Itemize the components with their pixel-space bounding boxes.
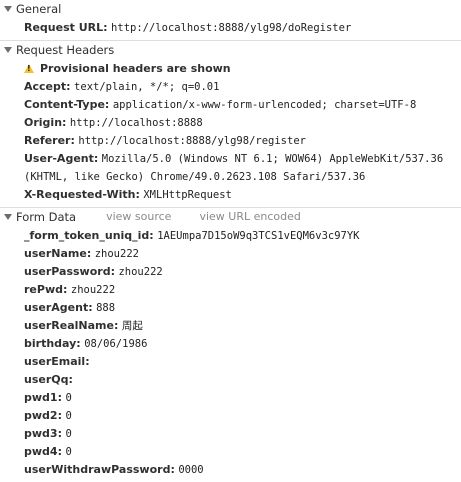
form-key: _form_token_uniq_id: bbox=[24, 229, 154, 242]
form-value: 888 bbox=[96, 302, 116, 314]
warning-icon bbox=[24, 64, 34, 73]
form-row: birthday: 08/06/1986 bbox=[0, 335, 461, 353]
form-row: pwd2: 0 bbox=[0, 407, 461, 425]
header-row-referer: Referer: http://localhost:8888/ylg98/reg… bbox=[0, 132, 461, 150]
form-row: pwd3: 0 bbox=[0, 425, 461, 443]
header-row-x-requested-with: X-Requested-With: XMLHttpRequest bbox=[0, 186, 461, 204]
general-section: General Request URL: http://localhost:88… bbox=[0, 0, 461, 41]
form-value: 08/06/1986 bbox=[84, 338, 148, 350]
form-row: rePwd: zhou222 bbox=[0, 281, 461, 299]
form-value: zhou222 bbox=[70, 284, 116, 296]
header-key: Accept: bbox=[24, 80, 71, 93]
form-row: userEmail: bbox=[0, 353, 461, 371]
header-key: X-Requested-With: bbox=[24, 188, 140, 201]
header-key: Origin: bbox=[24, 116, 67, 129]
form-value: 0 bbox=[65, 428, 72, 440]
expand-triangle-icon[interactable] bbox=[4, 5, 12, 12]
form-key: userEmail: bbox=[24, 355, 90, 368]
header-row-content-type: Content-Type: application/x-www-form-url… bbox=[0, 96, 461, 114]
form-data-title: Form Data bbox=[16, 209, 77, 224]
form-key: birthday: bbox=[24, 337, 81, 350]
form-row: userRealName: 周起 bbox=[0, 317, 461, 335]
form-value: zhou222 bbox=[118, 266, 163, 278]
header-row-accept: Accept: text/plain, */*; q=0.01 bbox=[0, 78, 461, 96]
form-value: 0 bbox=[65, 392, 72, 404]
expand-triangle-icon[interactable] bbox=[4, 46, 12, 53]
header-value: text/plain, */*; q=0.01 bbox=[74, 81, 220, 93]
form-key: userWithdrawPassword: bbox=[24, 463, 175, 476]
header-row-origin: Origin: http://localhost:8888 bbox=[0, 114, 461, 132]
header-value: application/x-www-form-urlencoded; chars… bbox=[112, 99, 417, 111]
form-key: pwd2: bbox=[24, 409, 62, 422]
form-data-header[interactable]: Form Data view source view URL encoded bbox=[0, 208, 461, 225]
warning-text: Provisional headers are shown bbox=[40, 62, 231, 75]
form-key: rePwd: bbox=[24, 283, 68, 296]
form-row: userQq: bbox=[0, 371, 461, 389]
form-key: userAgent: bbox=[24, 301, 93, 314]
form-key: userQq: bbox=[24, 373, 73, 386]
header-key: User-Agent: bbox=[24, 152, 99, 165]
view-url-encoded-link[interactable]: view URL encoded bbox=[199, 210, 300, 223]
expand-triangle-icon[interactable] bbox=[4, 213, 12, 220]
form-row: userPassword: zhou222 bbox=[0, 263, 461, 281]
form-key: userPassword: bbox=[24, 265, 115, 278]
general-title: General bbox=[16, 1, 62, 16]
form-row: userWithdrawPassword: 0000 bbox=[0, 461, 461, 479]
form-key: pwd4: bbox=[24, 445, 62, 458]
header-row-user-agent: User-Agent: Mozilla/5.0 (Windows NT 6.1;… bbox=[0, 150, 461, 186]
form-key: pwd3: bbox=[24, 427, 62, 440]
form-key: userRealName: bbox=[24, 319, 119, 332]
header-key: Content-Type: bbox=[24, 98, 110, 111]
form-data-section: Form Data view source view URL encoded _… bbox=[0, 208, 461, 482]
request-headers-header[interactable]: Request Headers bbox=[0, 41, 461, 58]
header-value: http://localhost:8888/ylg98/doRegister bbox=[111, 22, 352, 34]
form-row: pwd4: 0 bbox=[0, 443, 461, 461]
header-row-request-url: Request URL: http://localhost:8888/ylg98… bbox=[0, 19, 461, 37]
form-row: userAgent: 888 bbox=[0, 299, 461, 317]
form-key: userName: bbox=[24, 247, 92, 260]
form-value: 0 bbox=[65, 410, 72, 422]
form-value: zhou222 bbox=[94, 248, 139, 260]
general-header[interactable]: General bbox=[0, 0, 461, 17]
view-source-link[interactable]: view source bbox=[106, 210, 171, 223]
form-key: pwd1: bbox=[24, 391, 62, 404]
header-key: Request URL: bbox=[24, 21, 108, 34]
header-value: http://localhost:8888/ylg98/register bbox=[78, 135, 306, 147]
form-row: pwd1: 0 bbox=[0, 389, 461, 407]
request-headers-title: Request Headers bbox=[16, 42, 115, 57]
form-value: 0000 bbox=[178, 464, 204, 476]
header-value: XMLHttpRequest bbox=[143, 189, 232, 201]
header-value: http://localhost:8888 bbox=[69, 117, 203, 129]
form-row: userName: zhou222 bbox=[0, 245, 461, 263]
form-value: 0 bbox=[65, 446, 72, 458]
form-value: 1AEUmpa7D15oW9q3TCS1vEQM6v3c97YK bbox=[157, 230, 360, 242]
form-value: 周起 bbox=[121, 320, 143, 332]
provisional-warning: Provisional headers are shown bbox=[0, 60, 461, 78]
form-row: _form_token_uniq_id: 1AEUmpa7D15oW9q3TCS… bbox=[0, 227, 461, 245]
request-headers-section: Request Headers Provisional headers are … bbox=[0, 41, 461, 208]
header-key: Referer: bbox=[24, 134, 75, 147]
